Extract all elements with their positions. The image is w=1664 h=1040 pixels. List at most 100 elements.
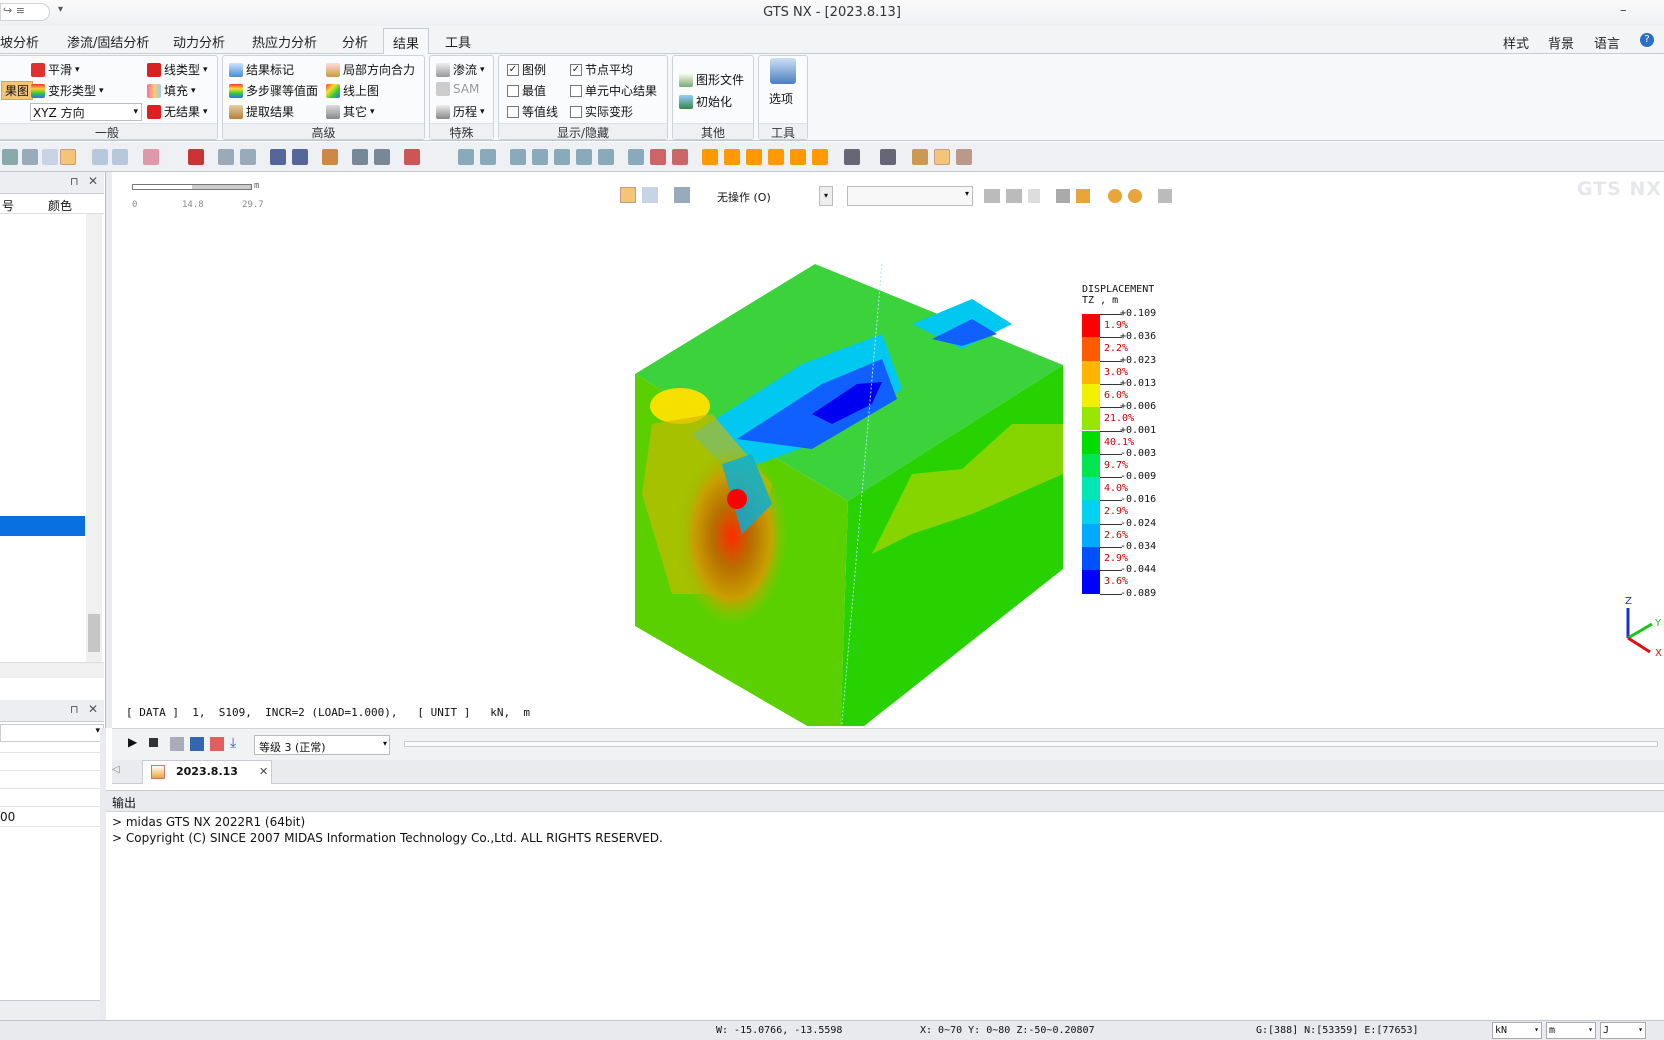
- extreme-checkbox[interactable]: 最值: [507, 82, 546, 99]
- contour-checkbox[interactable]: 等值线: [507, 103, 558, 120]
- help-icon[interactable]: ?: [1640, 33, 1654, 47]
- iso-view-icon[interactable]: [844, 149, 860, 165]
- rotate-left-icon[interactable]: [554, 149, 570, 165]
- node-average-checkbox[interactable]: ✓ 节点平均: [570, 61, 633, 78]
- extract-result-button[interactable]: 提取结果: [229, 103, 294, 120]
- selected-list-row[interactable]: [0, 516, 85, 536]
- element-center-checkbox[interactable]: 单元中心结果: [570, 82, 657, 99]
- select-icon[interactable]: [352, 149, 368, 165]
- other-button[interactable]: 其它 ▾: [326, 103, 375, 120]
- multi-step-iso-button[interactable]: 多步骤等值面: [229, 82, 318, 99]
- tab-analysis[interactable]: 分析: [342, 32, 368, 51]
- tab-scroll-left-icon[interactable]: ◁: [112, 764, 120, 775]
- tab-tools[interactable]: 工具: [445, 32, 471, 51]
- view-left-icon[interactable]: [746, 149, 762, 165]
- play-icon[interactable]: ▶: [128, 735, 137, 749]
- vertical-scrollbar[interactable]: [86, 214, 102, 662]
- menu-language[interactable]: 语言: [1594, 33, 1620, 52]
- element-icon[interactable]: [240, 149, 256, 165]
- zoom-out-icon[interactable]: [532, 149, 548, 165]
- menu-background[interactable]: 背景: [1548, 33, 1574, 52]
- rotate-right-icon[interactable]: [576, 149, 592, 165]
- options-label[interactable]: 选项: [769, 90, 793, 107]
- tab-thermal-analysis[interactable]: 热应力分析: [252, 32, 317, 51]
- hash-icon[interactable]: [143, 149, 159, 165]
- direction-select[interactable]: XYZ 方向 ▾: [30, 103, 142, 121]
- tab-slope-analysis[interactable]: 坡分析: [0, 32, 39, 51]
- map-icon[interactable]: [188, 149, 204, 165]
- initialize-button[interactable]: 初始化: [679, 93, 732, 110]
- plane-icon[interactable]: [22, 149, 38, 165]
- horizontal-scrollbar[interactable]: [0, 662, 104, 678]
- zoom-window-icon[interactable]: [458, 149, 474, 165]
- grid-icon[interactable]: [2, 149, 18, 165]
- tab-dynamic-analysis[interactable]: 动力分析: [173, 32, 225, 51]
- property-select[interactable]: ▾: [0, 724, 104, 742]
- axis-icon[interactable]: [650, 149, 666, 165]
- legend-checkbox[interactable]: ✓ 图例: [507, 61, 546, 78]
- actual-deform-checkbox[interactable]: 实际变形: [570, 103, 633, 120]
- no-result-button[interactable]: 无结果 ▾: [147, 103, 208, 120]
- work-plane-icon[interactable]: [42, 149, 58, 165]
- axis-view-icon[interactable]: [672, 149, 688, 165]
- global-coord-icon[interactable]: [60, 149, 76, 165]
- view-top-icon[interactable]: [790, 149, 806, 165]
- result-marker-button[interactable]: 结果标记: [229, 61, 294, 78]
- length-unit-select[interactable]: m ▾: [1546, 1022, 1596, 1039]
- deform-type-button[interactable]: 变形类型 ▾: [31, 82, 104, 99]
- energy-unit-select[interactable]: J ▾: [1600, 1022, 1646, 1039]
- options-icon[interactable]: [770, 58, 796, 84]
- result-plot-button[interactable]: 果图: [1, 81, 34, 100]
- close-panel-icon[interactable]: ✕: [88, 174, 98, 188]
- pin-icon[interactable]: ⊓: [70, 175, 79, 188]
- view-bottom-icon[interactable]: [812, 149, 828, 165]
- fill-button[interactable]: 填充 ▾: [147, 82, 196, 99]
- local-direction-button[interactable]: 局部方向合力: [326, 61, 415, 78]
- history-button[interactable]: 历程 ▾: [436, 103, 485, 120]
- measure-icon[interactable]: [404, 149, 420, 165]
- line-type-button[interactable]: 线类型 ▾: [147, 61, 208, 78]
- element-number-icon[interactable]: [292, 149, 308, 165]
- window-select-icon[interactable]: [374, 149, 390, 165]
- stop-icon[interactable]: [149, 738, 158, 747]
- node-icon[interactable]: [218, 149, 234, 165]
- shade-edge-icon[interactable]: [934, 149, 950, 165]
- view-right-icon[interactable]: [768, 149, 784, 165]
- query-icon[interactable]: [322, 149, 338, 165]
- shade-icon[interactable]: [912, 149, 928, 165]
- seepage-button[interactable]: 渗流 ▾: [436, 61, 485, 78]
- scrollbar-thumb[interactable]: [88, 614, 100, 652]
- pan-icon[interactable]: [598, 149, 614, 165]
- tab-results[interactable]: 结果: [383, 28, 430, 55]
- snap-icon[interactable]: [92, 149, 108, 165]
- export-icon[interactable]: ⤓: [230, 735, 244, 751]
- transparent-icon[interactable]: [956, 149, 972, 165]
- tab-seepage-analysis[interactable]: 渗流/固结分析: [67, 32, 149, 51]
- close-tab-icon[interactable]: ✕: [259, 765, 268, 778]
- close-panel-icon[interactable]: ✕: [88, 702, 98, 716]
- zoom-in-icon[interactable]: [510, 149, 526, 165]
- doc-tab-2023-8-13[interactable]: 2023.8.13 ✕: [142, 760, 272, 784]
- save-animation-icon[interactable]: [170, 737, 184, 751]
- view-front-icon[interactable]: [702, 149, 718, 165]
- level-select[interactable]: 等级 3 (正常) ▾: [254, 735, 390, 755]
- node-number-icon[interactable]: [270, 149, 286, 165]
- record-animation-icon[interactable]: [190, 737, 204, 751]
- snap-grid-icon[interactable]: [112, 149, 128, 165]
- model-viewport[interactable]: m 0 14.8 29.7 无操作 (O) ▾ ▾ GTS NX DISPLAC…: [112, 174, 1664, 726]
- animation-settings-icon[interactable]: [210, 737, 224, 751]
- animation-slider[interactable]: [404, 741, 1658, 747]
- force-unit-select[interactable]: kN ▾: [1492, 1022, 1542, 1039]
- zoom-fit-icon[interactable]: [480, 149, 496, 165]
- line-plot-button[interactable]: 线上图: [326, 82, 379, 99]
- sam-button[interactable]: SAM: [436, 82, 479, 96]
- display-mode-icon[interactable]: [880, 149, 896, 165]
- splitter[interactable]: [100, 728, 106, 1020]
- menu-style[interactable]: 样式: [1503, 33, 1529, 52]
- graphic-file-button[interactable]: 图形文件: [679, 71, 744, 88]
- grid-view-icon[interactable]: [628, 149, 644, 165]
- view-back-icon[interactable]: [724, 149, 740, 165]
- smooth-button[interactable]: 平滑 ▾: [31, 61, 80, 78]
- pin-icon[interactable]: ⊓: [70, 703, 79, 716]
- minimize-icon[interactable]: –: [1620, 3, 1627, 18]
